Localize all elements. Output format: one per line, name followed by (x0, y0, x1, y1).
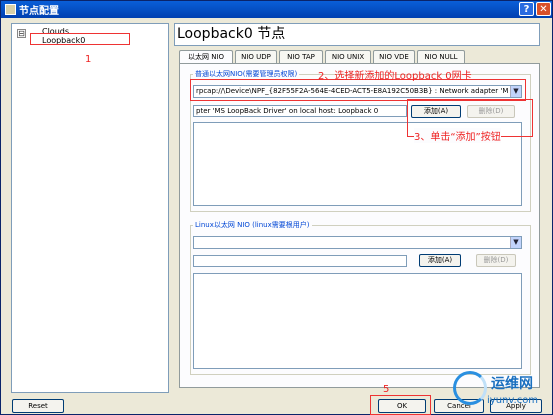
tree-expander-icon[interactable]: ⊟ (17, 29, 26, 38)
tab-ethernet-nio[interactable]: 以太网 NIO (179, 50, 233, 64)
help-button[interactable]: ? (519, 2, 534, 16)
watermark-url: iyunv.com (487, 395, 539, 406)
reset-button[interactable]: Reset (12, 399, 64, 413)
linux-delete-button[interactable]: 删除(D) (476, 254, 516, 267)
annotation-box-tree (30, 33, 130, 45)
linux-add-button[interactable]: 添加(A) (419, 254, 461, 267)
tab-nio-vde[interactable]: NIO VDE (373, 50, 415, 63)
watermark-brand: 运维网 (491, 376, 533, 392)
node-config-dialog: 节点配置 ? ✕ ⊟ Clouds Loopback0 1 Loopback0 … (0, 0, 553, 415)
watermark: 运维网 iyunv.com (453, 367, 553, 415)
ethernet-group-label: 普通以太网NIO(需要管理员权限) (193, 69, 300, 79)
linux-nio-list[interactable] (193, 273, 522, 369)
annotation-3: 3、单击“添加”按钮 (414, 128, 501, 143)
linux-adapter-entry[interactable] (193, 255, 407, 267)
tab-nio-null[interactable]: NIO NULL (417, 50, 465, 63)
watermark-logo-icon (453, 371, 487, 405)
tab-bar: 以太网 NIO NIO UDP NIO TAP NIO UNIX NIO VDE… (179, 50, 467, 64)
close-button[interactable]: ✕ (536, 2, 551, 16)
chevron-down-icon[interactable]: ▼ (510, 237, 521, 248)
annotation-1: 1 (85, 54, 92, 65)
annotation-box-ok (370, 395, 431, 415)
linux-group-label: Linux以太网 NIO (linux需要根用户) (193, 220, 312, 230)
app-icon (5, 4, 16, 15)
title-bar: 节点配置 ? ✕ (1, 1, 552, 18)
tab-nio-unix[interactable]: NIO UNIX (325, 50, 371, 63)
tab-nio-tap[interactable]: NIO TAP (279, 50, 323, 63)
window-title: 节点配置 (19, 6, 59, 17)
page-title: Loopback0 节点 (174, 23, 540, 46)
annotation-5: 5 (383, 384, 390, 395)
linux-adapter-select[interactable]: ▼ (193, 236, 522, 249)
annotation-2: 2、选择新添加的Loopback 0网卡 (318, 71, 472, 82)
node-tree[interactable]: ⊟ Clouds Loopback0 (11, 23, 169, 393)
annotation-box-adapter (190, 79, 526, 101)
adapter-entry[interactable]: pter 'MS LoopBack Driver' on local host:… (193, 105, 407, 117)
tab-nio-udp[interactable]: NIO UDP (235, 50, 277, 63)
